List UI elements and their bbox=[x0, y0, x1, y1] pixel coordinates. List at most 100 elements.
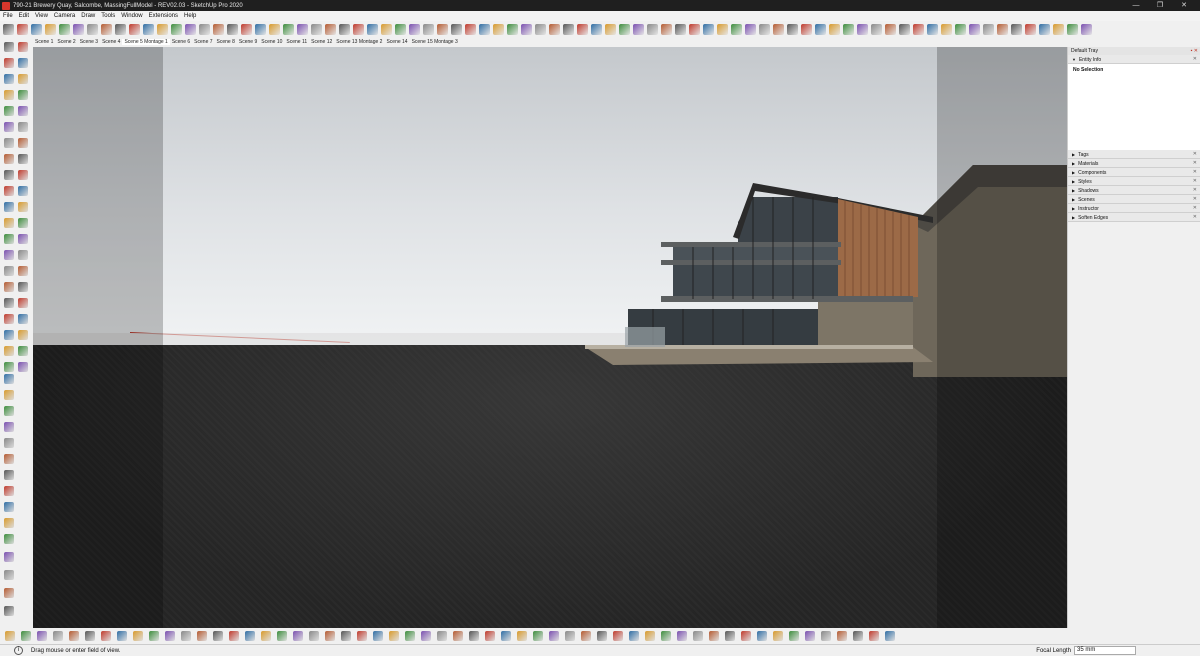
panel-instructor[interactable]: ▶ Instructor ✕ bbox=[1068, 204, 1200, 213]
menu-edit[interactable]: Edit bbox=[16, 13, 32, 19]
extension-tool-icon[interactable] bbox=[805, 631, 815, 641]
panel-close-icon[interactable]: ✕ bbox=[1193, 150, 1197, 159]
toolbar-tool-icon[interactable] bbox=[101, 24, 112, 35]
toolbar-tool-icon[interactable] bbox=[689, 24, 700, 35]
toolbar-tool-icon[interactable] bbox=[311, 24, 322, 35]
toolbar-tool-icon[interactable] bbox=[535, 24, 546, 35]
toolbar-tool-icon[interactable] bbox=[759, 24, 770, 35]
extension-tool-icon[interactable] bbox=[245, 631, 255, 641]
menu-extensions[interactable]: Extensions bbox=[146, 13, 181, 19]
toolbar-tool-icon[interactable] bbox=[647, 24, 658, 35]
extension-tool-icon[interactable] bbox=[117, 631, 127, 641]
toolbar-tool-icon[interactable] bbox=[675, 24, 686, 35]
toolbar-tool-icon[interactable] bbox=[1025, 24, 1036, 35]
tray-pin-close-icons[interactable]: ▪ ✕ bbox=[1191, 47, 1198, 55]
drawing-tool-icon[interactable] bbox=[4, 314, 14, 324]
toolbar-tool-icon[interactable] bbox=[143, 24, 154, 35]
toolbar-tool-icon[interactable] bbox=[619, 24, 630, 35]
scene-tab[interactable]: Scene 12 bbox=[309, 39, 334, 45]
menu-camera[interactable]: Camera bbox=[51, 13, 78, 19]
drawing-tool-icon[interactable] bbox=[18, 154, 28, 164]
toolbar-tool-icon[interactable] bbox=[717, 24, 728, 35]
toolbar-tool-icon[interactable] bbox=[423, 24, 434, 35]
drawing-tool-icon[interactable] bbox=[18, 234, 28, 244]
extension-tool-icon[interactable] bbox=[821, 631, 831, 641]
drawing-tool-icon[interactable] bbox=[18, 186, 28, 196]
panel-close-icon[interactable]: ✕ bbox=[1193, 55, 1197, 64]
toolbar-tool-icon[interactable] bbox=[1067, 24, 1078, 35]
drawing-tool-icon[interactable] bbox=[4, 330, 14, 340]
toolbar-tool-icon[interactable] bbox=[451, 24, 462, 35]
toolbar-tool-icon[interactable] bbox=[395, 24, 406, 35]
drawing-tool-icon[interactable] bbox=[4, 58, 14, 68]
drawing-tool-icon[interactable] bbox=[18, 202, 28, 212]
extension-tool-icon[interactable] bbox=[4, 374, 14, 384]
drawing-tool-icon[interactable] bbox=[4, 170, 14, 180]
toolbar-tool-icon[interactable] bbox=[577, 24, 588, 35]
toolbar-tool-icon[interactable] bbox=[997, 24, 1008, 35]
scene-tab[interactable]: Scene 11 bbox=[284, 39, 309, 45]
scene-tab[interactable]: Scene 15 Montage 3 bbox=[410, 39, 460, 45]
toolbar-tool-icon[interactable] bbox=[31, 24, 42, 35]
extension-tool-icon[interactable] bbox=[437, 631, 447, 641]
scene-tab[interactable]: Scene 4 bbox=[100, 39, 122, 45]
extension-tool-icon[interactable] bbox=[21, 631, 31, 641]
toolbar-tool-icon[interactable] bbox=[45, 24, 56, 35]
toolbar-tool-icon[interactable] bbox=[703, 24, 714, 35]
extension-tool-icon[interactable] bbox=[645, 631, 655, 641]
toolbar-tool-icon[interactable] bbox=[829, 24, 840, 35]
extension-tool-icon[interactable] bbox=[53, 631, 63, 641]
extension-tool-icon[interactable] bbox=[485, 631, 495, 641]
toolbar-tool-icon[interactable] bbox=[129, 24, 140, 35]
extension-tool-icon[interactable] bbox=[5, 631, 15, 641]
extension-tool-icon[interactable] bbox=[853, 631, 863, 641]
panel-close-icon[interactable]: ✕ bbox=[1193, 204, 1197, 213]
extension-tool-icon[interactable] bbox=[453, 631, 463, 641]
drawing-tool-icon[interactable] bbox=[18, 314, 28, 324]
toolbar-tool-icon[interactable] bbox=[59, 24, 70, 35]
scene-tab[interactable]: Scene 6 bbox=[170, 39, 192, 45]
scene-tab[interactable]: Scene 10 bbox=[259, 39, 284, 45]
drawing-tool-icon[interactable] bbox=[4, 266, 14, 276]
toolbar-tool-icon[interactable] bbox=[367, 24, 378, 35]
extension-tool-icon[interactable] bbox=[4, 406, 14, 416]
extension-tool-icon[interactable] bbox=[4, 518, 14, 528]
drawing-tool-icon[interactable] bbox=[18, 298, 28, 308]
toolbar-tool-icon[interactable] bbox=[605, 24, 616, 35]
extension-tool-icon[interactable] bbox=[229, 631, 239, 641]
toolbar-tool-icon[interactable] bbox=[633, 24, 644, 35]
extension-tool-icon[interactable] bbox=[4, 606, 14, 616]
extension-tool-icon[interactable] bbox=[165, 631, 175, 641]
extension-tool-icon[interactable] bbox=[4, 422, 14, 432]
extension-tool-icon[interactable] bbox=[4, 552, 14, 562]
toolbar-tool-icon[interactable] bbox=[871, 24, 882, 35]
extension-tool-icon[interactable] bbox=[661, 631, 671, 641]
toolbar-tool-icon[interactable] bbox=[801, 24, 812, 35]
toolbar-tool-icon[interactable] bbox=[409, 24, 420, 35]
drawing-tool-icon[interactable] bbox=[4, 74, 14, 84]
drawing-tool-icon[interactable] bbox=[4, 202, 14, 212]
toolbar-tool-icon[interactable] bbox=[773, 24, 784, 35]
toolbar-tool-icon[interactable] bbox=[787, 24, 798, 35]
drawing-tool-icon[interactable] bbox=[4, 282, 14, 292]
toolbar-tool-icon[interactable] bbox=[437, 24, 448, 35]
drawing-tool-icon[interactable] bbox=[4, 186, 14, 196]
extension-tool-icon[interactable] bbox=[133, 631, 143, 641]
extension-tool-icon[interactable] bbox=[4, 486, 14, 496]
panel-materials[interactable]: ▶ Materials ✕ bbox=[1068, 159, 1200, 168]
drawing-tool-icon[interactable] bbox=[4, 362, 14, 372]
toolbar-tool-icon[interactable] bbox=[549, 24, 560, 35]
panel-soften-edges[interactable]: ▶ Soften Edges ✕ bbox=[1068, 213, 1200, 222]
drawing-tool-icon[interactable] bbox=[18, 90, 28, 100]
extension-tool-icon[interactable] bbox=[4, 470, 14, 480]
extension-tool-icon[interactable] bbox=[293, 631, 303, 641]
drawing-tool-icon[interactable] bbox=[18, 58, 28, 68]
panel-close-icon[interactable]: ✕ bbox=[1193, 177, 1197, 186]
toolbar-tool-icon[interactable] bbox=[381, 24, 392, 35]
extension-tool-icon[interactable] bbox=[629, 631, 639, 641]
drawing-tool-icon[interactable] bbox=[4, 42, 14, 52]
toolbar-tool-icon[interactable] bbox=[1053, 24, 1064, 35]
extension-tool-icon[interactable] bbox=[725, 631, 735, 641]
toolbar-tool-icon[interactable] bbox=[283, 24, 294, 35]
extension-tool-icon[interactable] bbox=[309, 631, 319, 641]
